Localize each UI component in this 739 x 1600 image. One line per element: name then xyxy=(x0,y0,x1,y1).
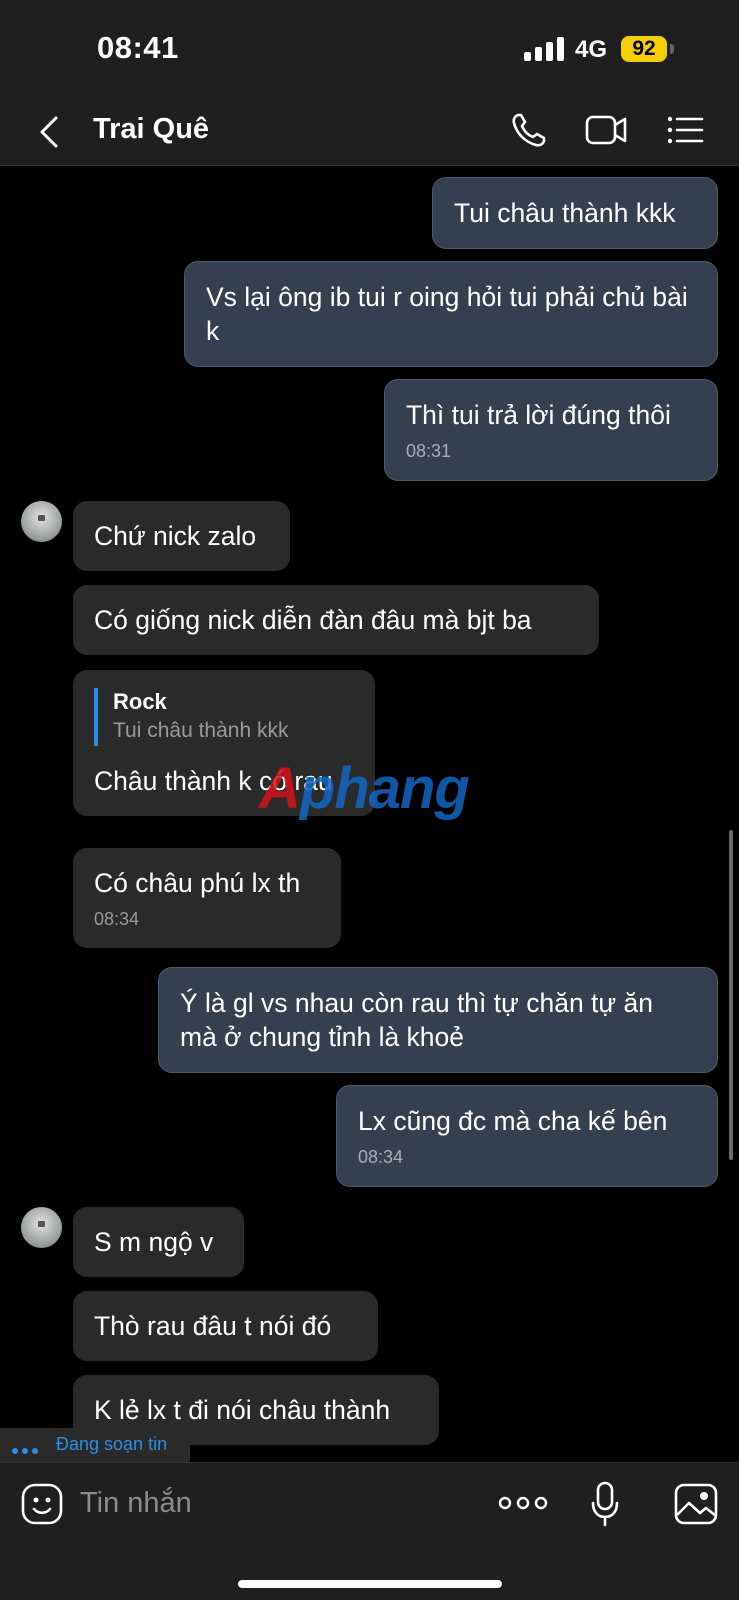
home-indicator[interactable] xyxy=(238,1580,502,1588)
video-icon[interactable] xyxy=(584,110,628,150)
message-bubble-incoming[interactable]: Có giống nick diễn đàn đâu mà bjt ba xyxy=(73,585,599,655)
message-text: Chứ nick zalo xyxy=(94,521,257,551)
battery-tip xyxy=(670,44,674,54)
message-bubble-incoming[interactable]: Chứ nick zalo xyxy=(73,501,290,571)
chevron-left-icon[interactable] xyxy=(30,112,70,152)
quoted-text: Tui châu thành kkk xyxy=(113,719,289,742)
message-text: Ý là gl vs nhau còn rau thì tự chăn tự ă… xyxy=(180,988,654,1052)
message-time: 08:31 xyxy=(406,441,452,461)
message-bubble-outgoing[interactable]: Vs lại ông ib tui r oing hỏi tui phải ch… xyxy=(184,261,718,367)
phone-icon[interactable] xyxy=(508,110,552,150)
message-text: Có giống nick diễn đàn đâu mà bjt ba xyxy=(94,605,532,635)
quoted-sender: Rock xyxy=(113,689,167,714)
message-bubble-outgoing[interactable]: Lx cũng đc mà cha kế bên 08:34 xyxy=(336,1085,718,1187)
status-time: 08:41 xyxy=(97,30,179,65)
message-text: Tui châu thành kkk xyxy=(454,198,676,228)
chat-header: Trai Quê xyxy=(0,96,739,166)
message-text: K lẻ lx t đi nói châu thành xyxy=(94,1395,391,1425)
message-bubble-outgoing[interactable]: Tui châu thành kkk xyxy=(432,177,718,249)
message-bubble-incoming[interactable]: S m ngộ v xyxy=(73,1207,244,1277)
microphone-icon[interactable] xyxy=(590,1481,620,1527)
list-icon[interactable] xyxy=(664,110,708,150)
message-text: Thì tui trả lời đúng thôi xyxy=(406,400,671,430)
watermark-logo: Aphang xyxy=(259,756,470,821)
battery-icon: 92 xyxy=(621,36,667,62)
status-bar: 08:41 4G 92 xyxy=(0,0,739,96)
message-text: Vs lại ông ib tui r oing hỏi tui phải ch… xyxy=(206,282,688,346)
typing-indicator: Đang soạn tin xyxy=(0,1428,190,1462)
message-bubble-incoming[interactable]: Thò rau đâu t nói đó xyxy=(73,1291,378,1361)
message-time: 08:34 xyxy=(358,1147,404,1167)
scrollbar[interactable] xyxy=(729,830,733,1160)
typing-dots-icon xyxy=(12,1441,42,1459)
signal-icon xyxy=(524,37,564,61)
network-type: 4G xyxy=(575,36,608,63)
message-bubble-outgoing[interactable]: Thì tui trả lời đúng thôi 08:31 xyxy=(384,379,718,481)
avatar[interactable] xyxy=(21,1207,62,1248)
message-input[interactable] xyxy=(80,1481,460,1525)
message-text: Có châu phú lx th xyxy=(94,868,301,898)
emoji-icon[interactable] xyxy=(21,1483,63,1525)
chat-title[interactable]: Trai Quê xyxy=(93,113,209,146)
message-text: Lx cũng đc mà cha kế bên xyxy=(358,1106,668,1136)
message-text: Thò rau đâu t nói đó xyxy=(94,1311,332,1341)
message-text: S m ngộ v xyxy=(94,1227,214,1257)
message-time: 08:34 xyxy=(94,909,140,929)
quoted-message[interactable]: Rock Tui châu thành kkk xyxy=(94,688,354,746)
message-bubble-incoming[interactable]: Có châu phú lx th 08:34 xyxy=(73,848,341,948)
message-bubble-outgoing[interactable]: Ý là gl vs nhau còn rau thì tự chăn tự ă… xyxy=(158,967,718,1073)
more-icon[interactable] xyxy=(498,1493,548,1513)
typing-text: Đang soạn tin xyxy=(56,1434,168,1454)
image-icon[interactable] xyxy=(674,1483,718,1525)
avatar[interactable] xyxy=(21,501,62,542)
